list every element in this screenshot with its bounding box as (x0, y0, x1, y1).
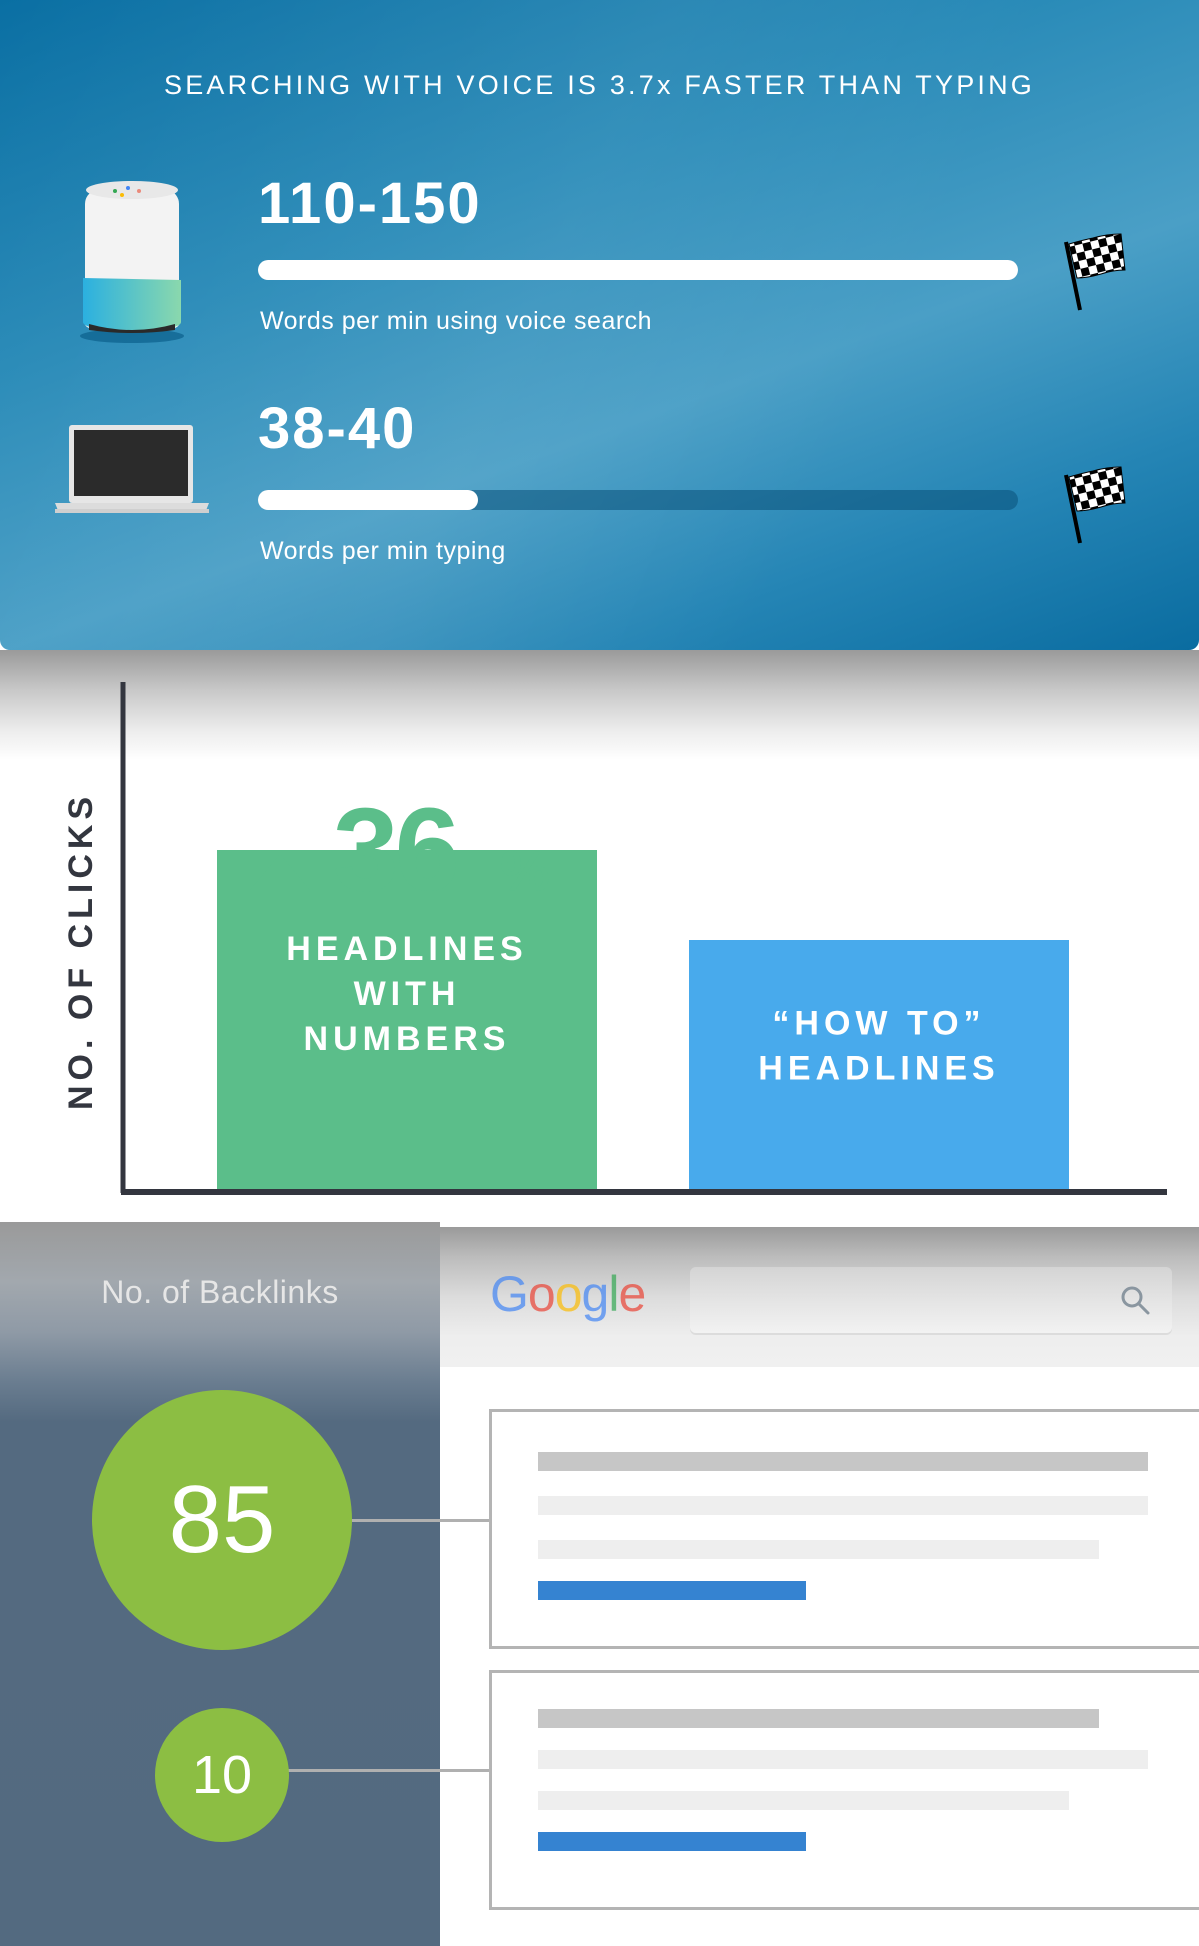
backlinks-title: No. of Backlinks (101, 1274, 339, 1310)
increase-percent-value: 36 (333, 784, 457, 916)
increase-percent-suffix: % (500, 839, 550, 902)
search-result-card[interactable] (489, 1409, 1199, 1649)
backlink-count: 10 (191, 1745, 253, 1805)
search-icon[interactable] (1120, 1285, 1152, 1322)
result-url-placeholder[interactable] (538, 1832, 807, 1851)
voice-section-title: SEARCHING WITH VOICE IS 3.7x FASTER THAN… (163, 70, 1036, 100)
voice-wpm-value: 110-150 (258, 171, 482, 236)
backlink-count-circle: 85 (92, 1390, 352, 1650)
voice-progress-fill (258, 260, 1018, 280)
result-snippet-placeholder (538, 1496, 1148, 1515)
headline-clicks-chart: NO. OF CLICKS HEADLINES WITH NUMBERS “HOW T… (0, 650, 1199, 1225)
voice-wpm-caption: Words per min using voice search (260, 307, 653, 335)
search-result-card[interactable] (489, 1670, 1199, 1910)
result-snippet-placeholder (538, 1540, 1100, 1559)
search-header: Google (440, 1227, 1199, 1367)
checkered-flag-icon (1063, 465, 1129, 550)
result-url-placeholder[interactable] (538, 1581, 807, 1600)
bar-label-line: HEADLINES (758, 1050, 999, 1088)
backlinks-panel: No. of Backlinks Google 85 10 (0, 1222, 1199, 1946)
voice-vs-typing-panel: SEARCHING WITH VOICE IS 3.7x FASTER THAN… (0, 0, 1199, 650)
typing-wpm-caption: Words per min typing (260, 537, 506, 565)
typing-wpm-value: 38-40 (258, 396, 417, 461)
result-title-placeholder (538, 1452, 1148, 1471)
typing-stat: 38-40 Words per min typing (0, 395, 1199, 575)
result-snippet-placeholder (538, 1750, 1148, 1769)
result-connector-line (288, 1769, 492, 1772)
bar-label-line: WITH (354, 975, 461, 1013)
laptop-icon (55, 425, 209, 520)
typing-progress-fill (258, 490, 479, 510)
bar-label-line: “HOW TO” (772, 1005, 985, 1043)
y-axis-label: NO. OF CLICKS (62, 792, 100, 1110)
bar-label-line: NUMBERS (304, 1020, 511, 1058)
smart-speaker-icon (75, 176, 190, 351)
result-snippet-placeholder (538, 1791, 1069, 1810)
result-connector-line (352, 1519, 492, 1522)
clicks-chart-svg: NO. OF CLICKS HEADLINES WITH NUMBERS “HOW T… (62, 682, 1167, 1195)
voice-search-stat: 110-150 Words per min using voice search (0, 170, 1199, 350)
search-input[interactable] (690, 1267, 1172, 1333)
google-logo: Google (490, 1266, 646, 1322)
backlink-count-circle: 10 (155, 1708, 289, 1842)
result-title-placeholder (538, 1709, 1100, 1728)
voice-progress-track (258, 260, 1018, 280)
bar-label-line: HEADLINES (286, 930, 527, 968)
typing-progress-track (258, 490, 1018, 510)
backlink-count: 85 (168, 1466, 276, 1573)
checkered-flag-icon (1063, 232, 1129, 317)
